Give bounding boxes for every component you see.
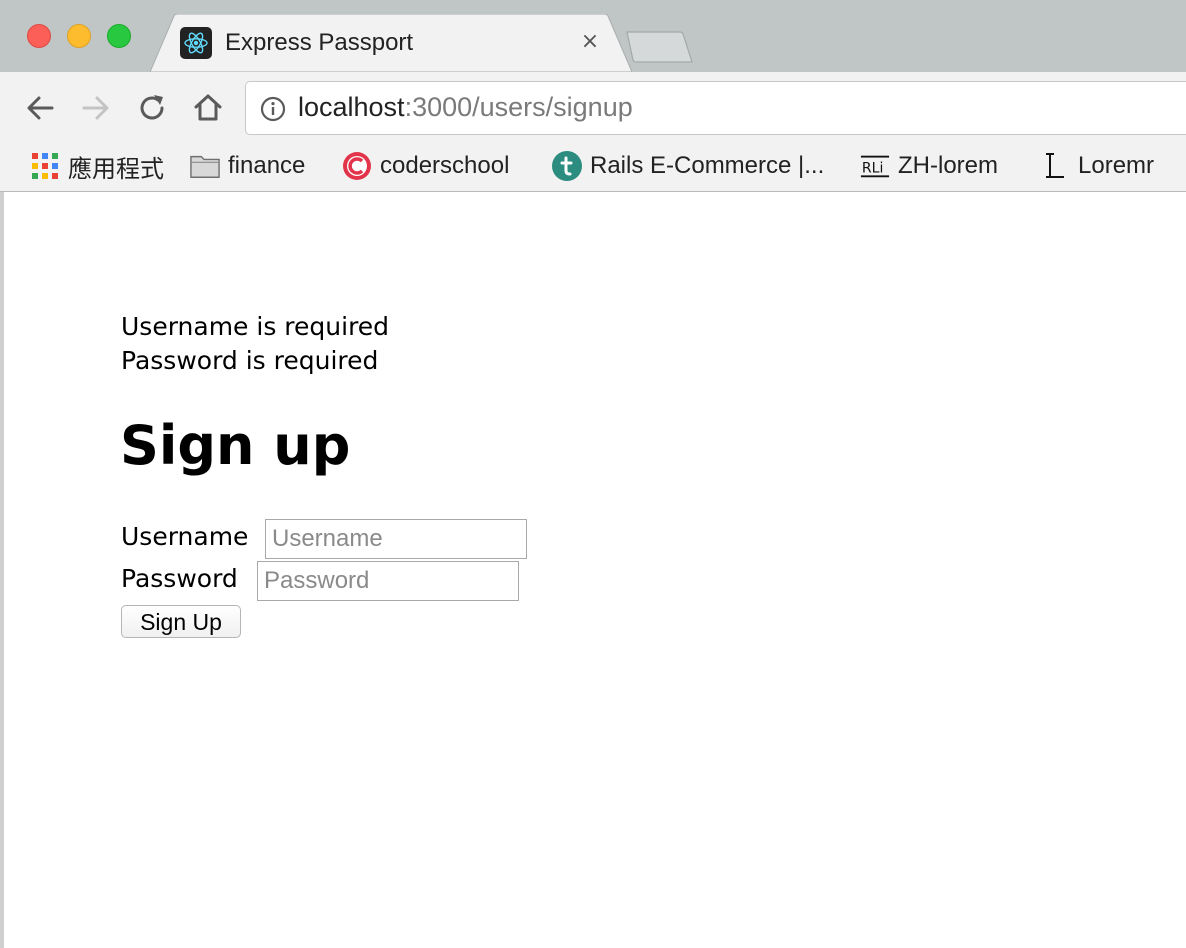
bookmark-loremr[interactable]: Loremr [1040,148,1154,184]
l-serif-icon [1040,151,1070,181]
folder-icon [190,151,220,181]
url-text[interactable]: localhost:3000/users/signup [298,92,633,123]
sign-up-button[interactable]: Sign Up [121,605,241,638]
username-input[interactable] [265,519,527,559]
apps-grid-icon [30,151,60,181]
back-arrow-icon[interactable] [22,90,58,126]
tab-title: Express Passport [225,29,414,56]
page-title: Sign up [120,414,351,477]
page-content: Username is required Password is require… [0,192,1186,948]
bookmark-label: Rails E-Commerce |... [590,152,825,179]
bookmark-label: Loremr [1078,152,1155,179]
svg-text:RLi: RLi [862,161,884,177]
bookmark-label: ZH-lorem [898,152,998,179]
reload-icon[interactable] [134,90,170,126]
username-label: Username [121,522,249,551]
bookmark-rails-ecommerce[interactable]: Rails E-Commerce |... [552,148,824,184]
bookmarks-bar: 應用程式 finance coderschool Rails E-Commerc… [0,146,1186,192]
url-path: :3000/users/signup [404,92,633,122]
coderschool-icon [342,151,372,181]
tab-close-icon[interactable]: × [578,28,602,56]
bookmark-finance[interactable]: finance [190,148,305,184]
window-minimize-button[interactable] [67,24,91,48]
url-host: localhost [298,92,405,122]
forward-arrow-icon[interactable] [78,90,114,126]
bookmark-label: 應用程式 [68,155,164,183]
tab-express-passport[interactable]: Express Passport × [150,14,632,72]
rli-icon: RLi [860,151,890,181]
window-left-edge [0,192,4,948]
error-username-required: Username is required [121,312,390,341]
window-titlebar: Express Passport × [0,0,1186,72]
error-messages: Username is required Password is require… [121,310,389,378]
browser-toolbar: localhost:3000/users/signup [0,72,1186,146]
address-bar[interactable]: localhost:3000/users/signup [245,81,1186,135]
home-icon[interactable] [190,90,226,126]
teal-t-icon [552,151,582,181]
info-icon[interactable] [260,96,286,122]
password-input[interactable] [257,561,519,601]
bookmark-label: coderschool [380,152,510,179]
bookmark-zh-lorem[interactable]: RLi ZH-lorem [860,148,998,184]
window-maximize-button[interactable] [107,24,131,48]
window-close-button[interactable] [27,24,51,48]
bookmark-label: finance [228,152,306,179]
error-password-required: Password is required [121,346,379,375]
bookmark-coderschool[interactable]: coderschool [342,148,509,184]
new-tab-button[interactable] [624,30,694,64]
password-label: Password [121,564,238,593]
bookmark-apps[interactable]: 應用程式 [30,148,164,184]
react-icon [180,27,212,59]
